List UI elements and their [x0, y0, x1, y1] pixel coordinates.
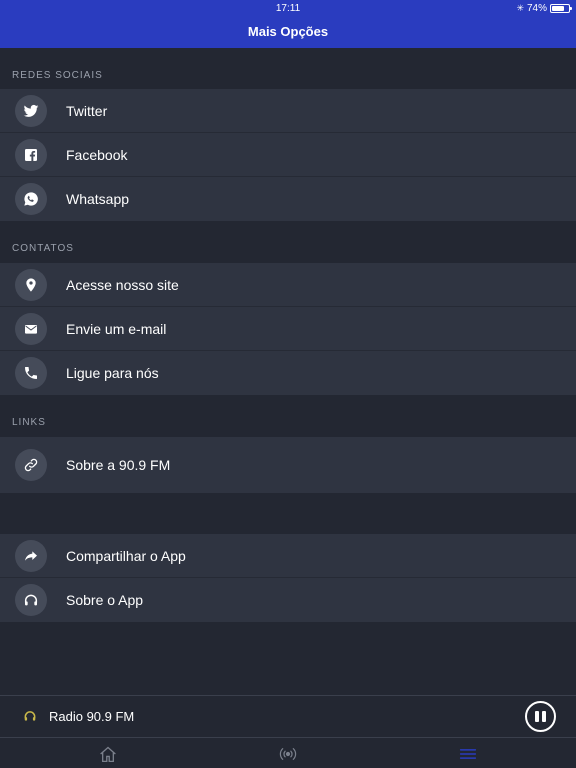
station-name: Radio 90.9 FM: [49, 709, 135, 724]
menu-item-phone[interactable]: Ligue para nós: [0, 351, 576, 395]
page-title: Mais Opções: [247, 24, 329, 39]
section-label-social: REDES SOCIAIS: [12, 70, 103, 81]
headphones-icon: [23, 709, 37, 723]
menu-item-twitter[interactable]: Twitter: [0, 89, 576, 133]
battery-percentage: 74%: [526, 3, 547, 14]
tab-home[interactable]: [98, 744, 118, 764]
menu-item-label: Acesse nosso site: [66, 277, 179, 293]
menu-icon: [459, 749, 477, 759]
link-icon: [15, 449, 47, 481]
pause-button[interactable]: [525, 701, 556, 732]
menu-item-whatsapp[interactable]: Whatsapp: [0, 177, 576, 221]
status-indicators: ✳ 74%: [516, 3, 572, 14]
whatsapp-icon: [15, 183, 47, 215]
location-pin-icon: [15, 269, 47, 301]
section-label-contacts: CONTATOS: [12, 243, 74, 254]
group-social: Twitter Facebook Whatsapp: [0, 89, 576, 221]
now-playing-bar[interactable]: Radio 90.9 FM: [0, 695, 576, 737]
pause-icon: [535, 711, 539, 722]
menu-item-facebook[interactable]: Facebook: [0, 133, 576, 177]
battery-icon: [550, 4, 572, 13]
menu-item-label: Sobre a 90.9 FM: [66, 457, 171, 473]
section-label-links: LINKS: [12, 417, 46, 428]
tab-bar: [0, 737, 576, 768]
group-app: Compartilhar o App Sobre o App: [0, 534, 576, 622]
menu-item-label: Envie um e-mail: [66, 321, 167, 337]
menu-item-label: Twitter: [66, 103, 108, 119]
tab-more-options[interactable]: [458, 744, 478, 764]
menu-item-label: Whatsapp: [66, 191, 130, 207]
share-icon: [15, 540, 47, 572]
phone-icon: [15, 357, 47, 389]
group-contacts: Acesse nosso site Envie um e-mail Ligue …: [0, 263, 576, 395]
menu-item-about-app[interactable]: Sobre o App: [0, 578, 576, 622]
status-time: 17:11: [275, 3, 301, 14]
menu-item-label: Sobre o App: [66, 592, 144, 608]
battery-level: [552, 6, 564, 11]
home-icon: [100, 746, 116, 763]
broadcast-icon: [279, 748, 297, 760]
pause-icon: [542, 711, 546, 722]
headphones-icon: [15, 584, 47, 616]
menu-item-label: Compartilhar o App: [66, 548, 186, 564]
group-links: Sobre a 90.9 FM: [0, 437, 576, 493]
tab-radio[interactable]: [278, 744, 298, 764]
menu-item-website[interactable]: Acesse nosso site: [0, 263, 576, 307]
menu-item-email[interactable]: Envie um e-mail: [0, 307, 576, 351]
mail-icon: [15, 313, 47, 345]
menu-item-about-station[interactable]: Sobre a 90.9 FM: [0, 437, 576, 493]
menu-item-label: Facebook: [66, 147, 128, 163]
facebook-icon: [15, 139, 47, 171]
menu-item-label: Ligue para nós: [66, 365, 159, 381]
twitter-icon: [15, 95, 47, 127]
activity-spinner-icon: ✳: [516, 3, 524, 13]
menu-item-share-app[interactable]: Compartilhar o App: [0, 534, 576, 578]
header-bar: 17:11 ✳ 74% Mais Opções: [0, 0, 576, 48]
